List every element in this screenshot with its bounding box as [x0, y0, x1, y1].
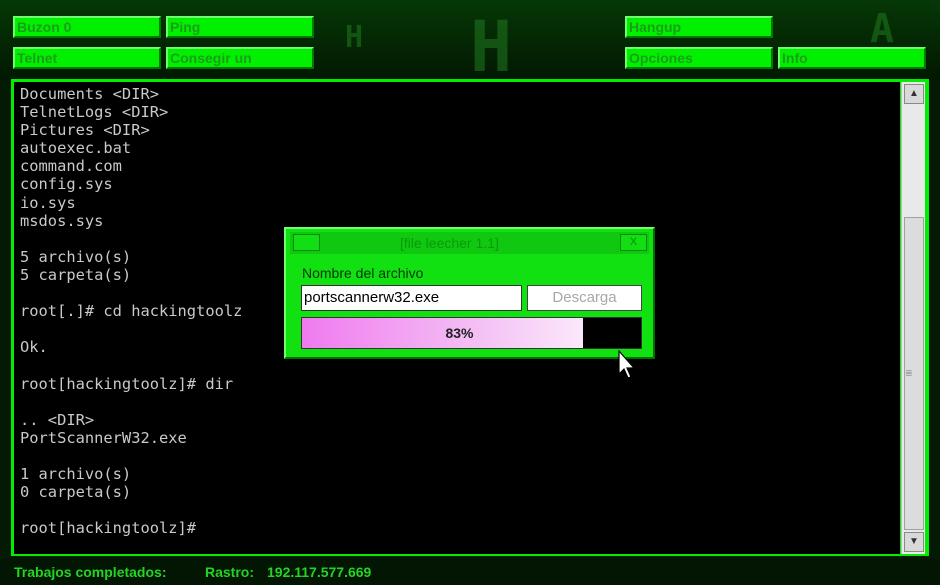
scroll-up-icon[interactable]: ▲: [904, 84, 924, 104]
dialog-titlebar[interactable]: [file leecher 1.1] X: [290, 232, 649, 254]
mouse-cursor-icon: [618, 350, 636, 379]
terminal-scrollbar[interactable]: ▲ ═ ═ ▼: [901, 82, 925, 554]
trace-label: Rastro:: [205, 564, 255, 580]
mailbox-button[interactable]: Buzon 0: [13, 16, 161, 38]
jobs-completed-label: Trabajos completados:: [14, 564, 167, 580]
download-progress-bar: 83%: [301, 317, 642, 349]
background-glyph: H: [345, 20, 364, 55]
file-leecher-dialog: [file leecher 1.1] X Nombre del archivo …: [284, 227, 655, 359]
hangup-button[interactable]: Hangup: [625, 16, 773, 38]
telnet-button[interactable]: Telnet: [13, 47, 161, 69]
trace-value: 192.117.577.669: [267, 564, 372, 580]
download-button[interactable]: Descarga: [527, 285, 642, 311]
dialog-title: [file leecher 1.1]: [400, 235, 499, 251]
ping-button[interactable]: Ping: [166, 16, 314, 38]
info-button[interactable]: Info: [778, 47, 926, 69]
filename-input[interactable]: portscannerw32.exe: [301, 285, 522, 311]
scrollbar-grip-icon: ═ ═: [906, 367, 912, 379]
background-glyph: H: [470, 6, 513, 88]
options-button[interactable]: Opciones: [625, 47, 773, 69]
get-button[interactable]: Consegir un: [166, 47, 314, 69]
progress-percent: 83%: [445, 325, 474, 341]
filename-label: Nombre del archivo: [302, 265, 424, 281]
background-glyph: A: [870, 6, 895, 52]
close-icon[interactable]: X: [620, 234, 647, 251]
scroll-down-icon[interactable]: ▼: [904, 532, 924, 552]
minimize-icon[interactable]: [293, 234, 320, 251]
